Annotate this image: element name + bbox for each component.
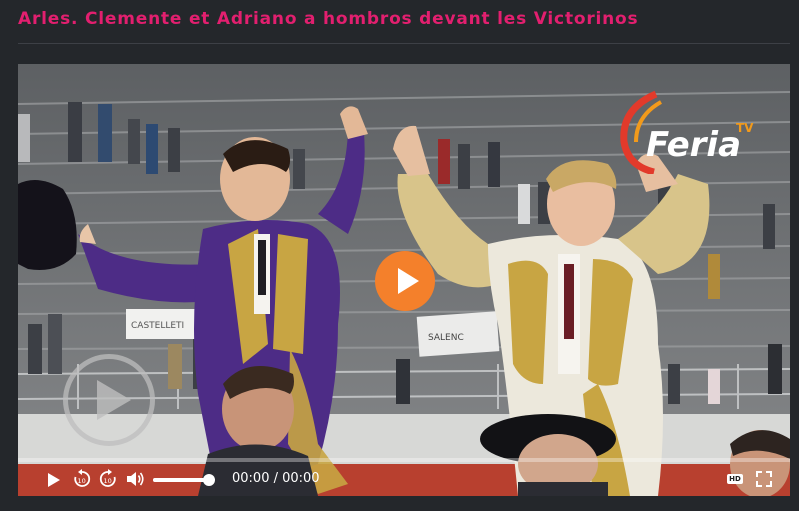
volume-fill <box>153 478 209 482</box>
title-divider <box>18 43 790 44</box>
fullscreen-icon <box>756 471 772 487</box>
play-icon <box>48 473 60 487</box>
play-overlay-icon <box>96 380 131 420</box>
video-player[interactable]: CASTELLETI SALENC Feria TV 10 10 00:00 /… <box>18 64 790 496</box>
feria-tv-logo: Feria TV <box>620 90 754 174</box>
play-button[interactable] <box>44 470 64 490</box>
logo-sub: TV <box>736 121 754 135</box>
fullscreen-button[interactable] <box>754 469 774 489</box>
hd-icon: HD <box>727 473 743 484</box>
rewind-10-button[interactable]: 10 <box>71 468 93 490</box>
svg-text:CASTELLETI: CASTELLETI <box>131 321 184 331</box>
play-icon <box>397 268 419 294</box>
volume-button[interactable] <box>124 468 146 490</box>
big-play-button[interactable] <box>375 251 435 311</box>
logo-text: Feria <box>646 125 741 165</box>
native-play-overlay[interactable] <box>63 354 155 446</box>
forward-10-button[interactable]: 10 <box>97 468 119 490</box>
svg-text:SALENC: SALENC <box>428 333 464 343</box>
control-bar: 10 10 00:00 / 00:00 HD <box>18 462 790 496</box>
volume-slider[interactable] <box>153 474 215 486</box>
volume-knob[interactable] <box>203 474 215 486</box>
volume-icon <box>127 472 144 486</box>
time-display: 00:00 / 00:00 <box>232 471 320 486</box>
svg-text:10: 10 <box>78 477 86 485</box>
article-title[interactable]: Arles. Clemente et Adriano a hombros dev… <box>18 9 638 29</box>
arena-banner-right: SALENC <box>416 311 500 357</box>
forward-10-icon: 10 <box>99 469 116 487</box>
rewind-10-icon: 10 <box>74 469 91 487</box>
hd-button[interactable]: HD <box>726 472 744 485</box>
svg-text:10: 10 <box>104 477 112 485</box>
